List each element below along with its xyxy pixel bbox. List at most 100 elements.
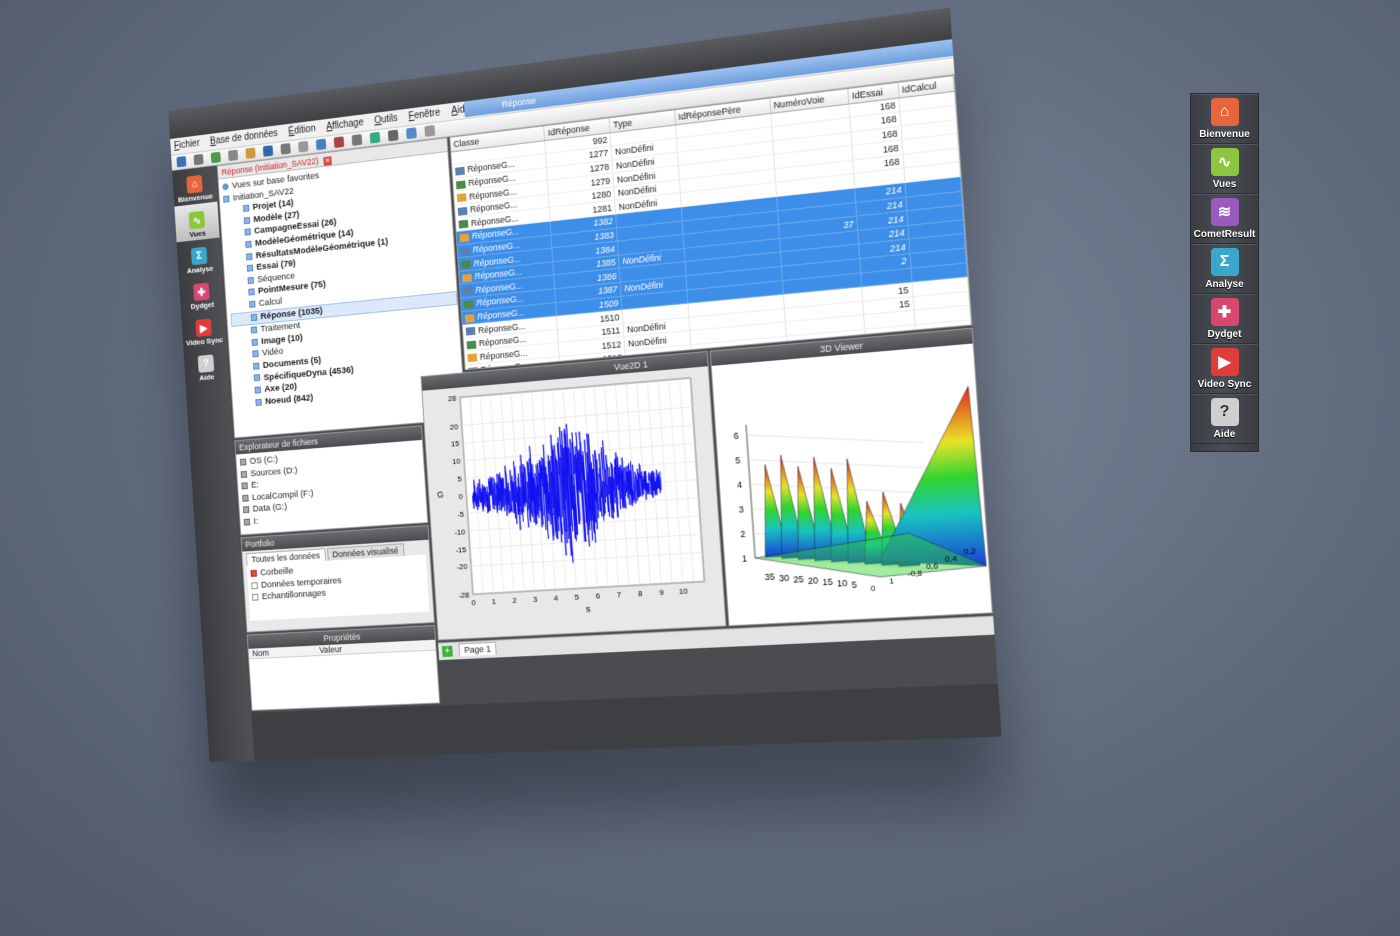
toolbar-button-icon[interactable]	[298, 141, 308, 153]
app-button-bienvenue[interactable]: ⌂ Bienvenue	[172, 166, 217, 207]
folder-icon	[246, 253, 253, 260]
y-tick-label: 28	[448, 394, 457, 404]
toolbar-button-icon[interactable]	[280, 143, 290, 155]
portfolio-item-label: Echantillonnages	[262, 588, 327, 602]
toolbar-button-icon[interactable]	[211, 152, 221, 164]
app-button-vues[interactable]: ∿ Vues	[174, 202, 219, 243]
y-axis-label: G	[437, 489, 444, 499]
x-tick-label: 4	[553, 593, 558, 602]
chart-line-icon: ∿	[189, 211, 206, 230]
folder-icon	[244, 229, 251, 236]
z-tick-label: 4	[737, 480, 743, 491]
toolbar-button-icon[interactable]	[424, 125, 435, 137]
folder-icon	[223, 195, 229, 202]
y-tick-label: 0	[458, 492, 463, 501]
properties-col-value: Valeur	[319, 644, 342, 655]
response-type-icon	[463, 287, 473, 296]
home-icon: ⌂	[1211, 98, 1239, 126]
menu-item-5[interactable]: Fenêtre	[408, 108, 440, 123]
launcher-bienvenue[interactable]: ⌂ Bienvenue	[1191, 94, 1258, 144]
x-tick-label: 10	[679, 586, 689, 596]
launcher-analyse[interactable]: Σ Analyse	[1191, 244, 1258, 294]
time-signal-chart[interactable]: 0 1 2 3 4 5 6 7 8 9 10 -28 -20 -15 -10 -5 0 5 10 15 20 28 s G	[422, 366, 727, 641]
menu-item-0[interactable]: Fichier	[174, 138, 200, 152]
y-tick-label: -20	[456, 562, 468, 572]
trash-icon	[250, 570, 257, 577]
y-tick-label: 5	[457, 474, 462, 483]
launcher-video-sync[interactable]: ▶ Video Sync	[1191, 344, 1258, 394]
toolbar-button-icon[interactable]	[176, 156, 186, 168]
x-tick-label: 10	[837, 578, 848, 589]
z-tick-label: 2	[740, 529, 746, 540]
z-tick-label: 6	[733, 430, 739, 441]
toolbar-button-icon[interactable]	[316, 139, 326, 151]
toolbar-button-icon[interactable]	[263, 145, 273, 157]
launcher-aide[interactable]: ? Aide	[1191, 394, 1258, 444]
response-type-icon	[467, 340, 477, 349]
vue2d-pane: Vue2D 1 0 1 2 3 4 5 6 7 8 9 10 -28 -20 -15 -10 -5 0 5 10 15…	[420, 351, 726, 641]
y-tick-label: 0,2	[963, 546, 976, 556]
app-button-video-sync[interactable]: ▶ Video Sync	[181, 310, 226, 350]
y-tick-label: 20	[450, 422, 459, 432]
folder-icon	[255, 386, 262, 393]
response-type-icon	[455, 167, 465, 176]
y-tick-label: -0,8	[907, 568, 923, 578]
app-button-label: Aide	[199, 372, 214, 382]
vue2d-title: Vue2D 1	[614, 359, 649, 372]
y-tick-label: 15	[451, 439, 460, 449]
workspace: ⌂ Bienvenue ∿ Vues Σ Analyse ✚ Dydget ▶ Video Syn…	[172, 75, 1002, 762]
close-icon[interactable]: ✕	[323, 156, 332, 166]
portfolio-pane: Portfolio Toutes les données Données visu…	[241, 525, 435, 633]
add-page-icon[interactable]: +	[442, 646, 453, 657]
toolbar-button-icon[interactable]	[370, 132, 381, 144]
app-button-dydget[interactable]: ✚ Dydget	[179, 274, 224, 314]
menu-item-3[interactable]: Affichage	[326, 117, 364, 132]
surface-3d-chart[interactable]: 12345635 30 25 20 15 10 5 01-0,80,60,40,2	[712, 343, 994, 627]
folder-icon	[252, 594, 259, 601]
folder-icon	[247, 277, 254, 284]
launcher-vues[interactable]: ∿ Vues	[1191, 144, 1258, 194]
toolbar-button-icon[interactable]	[245, 147, 255, 159]
launcher-label: Bienvenue	[1199, 129, 1250, 140]
z-tick-label: 1	[742, 553, 748, 564]
toolbar-button-icon[interactable]	[352, 134, 363, 146]
response-type-icon	[458, 207, 468, 216]
launcher-cometresult[interactable]: ≋ CometResult	[1191, 194, 1258, 244]
drive-label: I:	[253, 516, 258, 527]
x-tick-label: 0	[471, 598, 476, 607]
launcher-dydget[interactable]: ✚ Dydget	[1191, 294, 1258, 344]
response-type-icon	[468, 367, 478, 370]
launcher-label: Dydget	[1208, 329, 1242, 340]
response-type-icon	[456, 180, 466, 189]
response-type-icon	[466, 327, 476, 336]
properties-col-name: Nom	[249, 645, 320, 658]
x-tick-label: 35	[764, 571, 775, 582]
folder-icon	[249, 301, 256, 308]
y-tick-label: 0,4	[945, 554, 958, 564]
folder-icon	[247, 265, 254, 272]
response-type-icon	[465, 314, 475, 323]
x-tick-label: 9	[659, 588, 665, 597]
toolbar-button-icon[interactable]	[406, 127, 417, 139]
x-tick-label: 7	[617, 590, 622, 599]
toolbar-button-icon[interactable]	[334, 136, 345, 148]
chart-line-icon: ∿	[1211, 148, 1239, 176]
app-button-aide[interactable]: ? Aide	[183, 346, 228, 386]
comet-result-icon: ≋	[1211, 198, 1239, 226]
toolbar-button-icon[interactable]	[228, 150, 238, 162]
toolbar-button-icon[interactable]	[194, 154, 204, 166]
folder-icon	[243, 205, 250, 212]
drive-icon	[241, 470, 248, 477]
menu-item-4[interactable]: Outils	[374, 113, 398, 127]
response-type-icon	[462, 273, 472, 282]
tab-page-1[interactable]: Page 1	[458, 642, 497, 657]
folder-icon	[251, 338, 258, 345]
file-list: OS (C:) Sources (D:) E: LocalCompil (F:) Dat…	[236, 440, 427, 529]
app-button-analyse[interactable]: Σ Analyse	[177, 238, 222, 279]
menu-item-2[interactable]: Édition	[288, 123, 316, 137]
portfolio-item-label: Corbeille	[260, 566, 294, 579]
toolbar-button-icon[interactable]	[388, 130, 399, 142]
properties-pane: Propriétés Nom Valeur	[247, 625, 440, 711]
folder-icon	[255, 398, 262, 405]
home-icon: ⌂	[186, 175, 203, 194]
